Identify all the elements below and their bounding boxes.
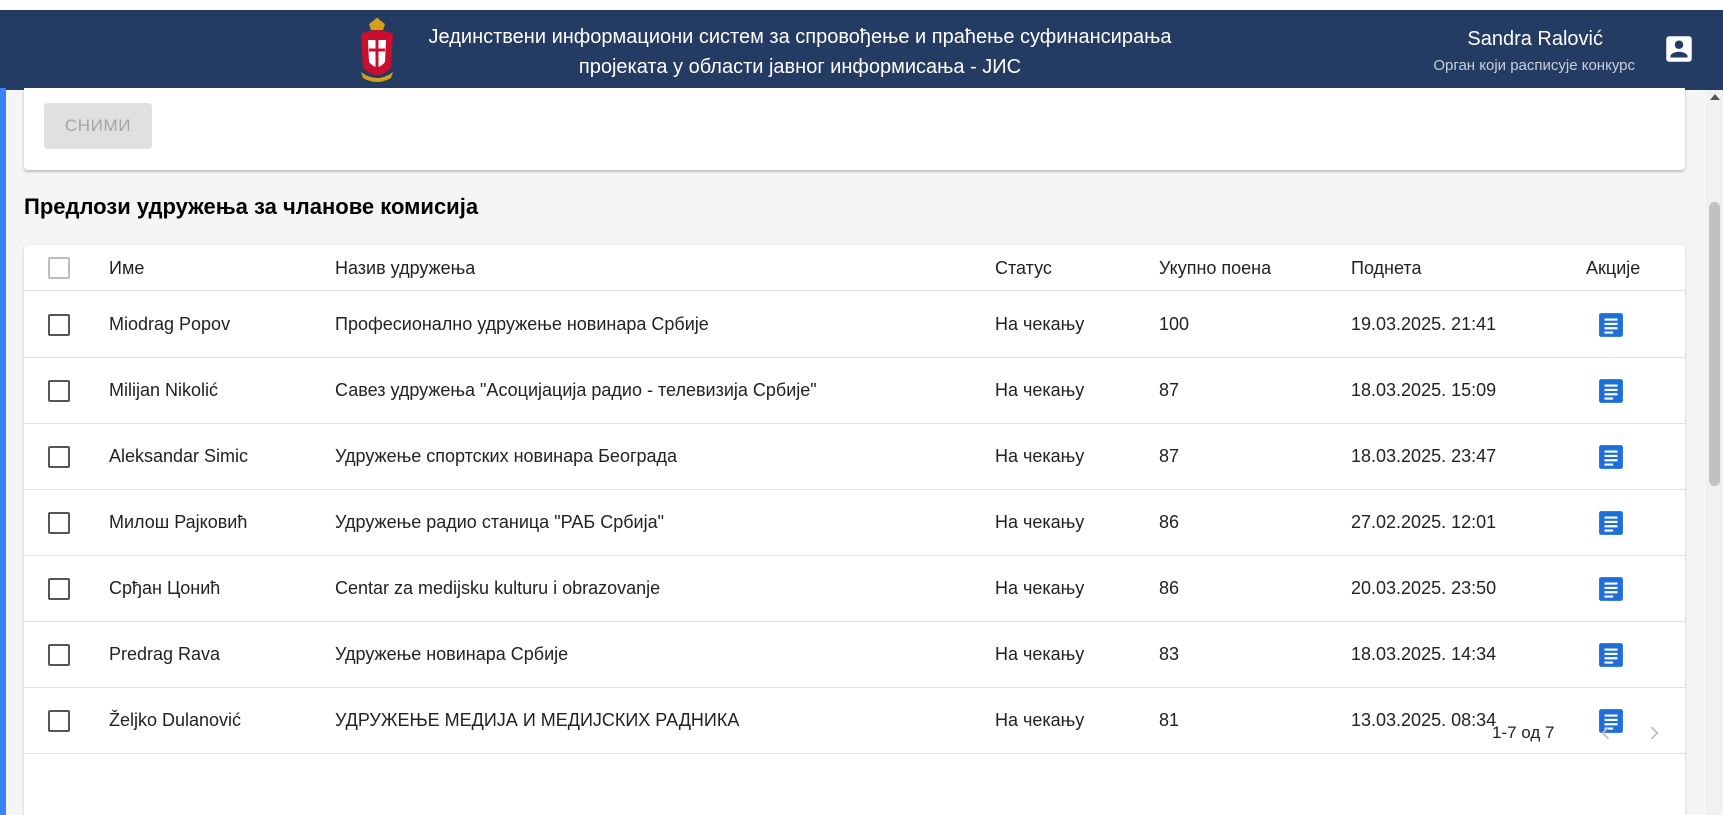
- description-icon[interactable]: [1598, 378, 1624, 404]
- row-checkbox[interactable]: [48, 644, 70, 666]
- cell-status: На чекању: [995, 512, 1085, 532]
- app-title-line1: Јединствени информациони систем за спров…: [428, 26, 1172, 48]
- table-row[interactable]: Milijan Nikolić Савез удружења "Асоцијаци…: [24, 358, 1685, 424]
- user-role: Орган који расписује конкурс: [1433, 57, 1635, 74]
- section-title: Предлози удружења за чланове комисија: [24, 194, 479, 219]
- page-scrollbar[interactable]: [1706, 90, 1723, 815]
- cell-status: На чекању: [995, 446, 1085, 466]
- table-row[interactable]: Miodrag Popov Професионално удружење нови…: [24, 292, 1685, 358]
- cell-points: 86: [1159, 512, 1180, 532]
- cell-submitted: 27.02.2025. 12:01: [1351, 512, 1497, 532]
- scrollbar-thumb[interactable]: [1709, 202, 1720, 486]
- description-icon[interactable]: [1598, 510, 1624, 536]
- cell-name: Miodrag Popov: [109, 314, 231, 334]
- column-header-association[interactable]: Назив удружења: [335, 258, 475, 279]
- cell-points: 100: [1159, 314, 1190, 334]
- app-header: Јединствени информациони систем за спров…: [0, 10, 1723, 90]
- column-header-points[interactable]: Укупно поена: [1159, 258, 1271, 279]
- cell-points: 87: [1159, 446, 1180, 466]
- chevron-left-icon[interactable]: [1596, 723, 1616, 743]
- cell-submitted: 18.03.2025. 15:09: [1351, 380, 1497, 400]
- description-icon[interactable]: [1598, 444, 1624, 470]
- chevron-right-icon[interactable]: [1644, 723, 1664, 743]
- row-checkbox[interactable]: [48, 314, 70, 336]
- row-checkbox[interactable]: [48, 578, 70, 600]
- cell-submitted: 18.03.2025. 23:47: [1351, 446, 1497, 466]
- cell-points: 86: [1159, 578, 1180, 598]
- table-row[interactable]: Predrag Rava Удружење новинара Србије На ч…: [24, 622, 1685, 688]
- table-row[interactable]: Aleksandar Simic Удружење спортских новин…: [24, 424, 1685, 490]
- pagination-info: 1-7 од 7: [1492, 723, 1555, 742]
- save-button[interactable]: СНИМИ: [44, 103, 152, 149]
- pagination: 1-7 од 7: [24, 705, 1685, 765]
- left-accent-bar: [0, 88, 6, 815]
- cell-submitted: 19.03.2025. 21:41: [1351, 314, 1497, 334]
- select-all-checkbox[interactable]: [48, 257, 70, 279]
- cell-points: 83: [1159, 644, 1180, 664]
- cell-name: Aleksandar Simic: [109, 446, 249, 466]
- cell-status: На чекању: [995, 644, 1085, 664]
- cell-name: Milijan Nikolić: [109, 380, 219, 400]
- cell-status: На чекању: [995, 314, 1085, 334]
- cell-points: 87: [1159, 380, 1180, 400]
- cell-association: Савез удружења "Асоцијација радио - теле…: [335, 380, 817, 400]
- column-header-status[interactable]: Статус: [995, 258, 1052, 279]
- description-icon[interactable]: [1598, 576, 1624, 602]
- cell-association: Професионално удружење новинара Србије: [335, 314, 709, 334]
- cell-status: На чекању: [995, 380, 1085, 400]
- cell-association: Удружење новинара Србије: [335, 644, 569, 664]
- row-checkbox[interactable]: [48, 446, 70, 468]
- form-card: СНИМИ: [24, 88, 1685, 170]
- column-header-submitted[interactable]: Поднета: [1351, 258, 1421, 279]
- cell-name: Срђан Цонић: [109, 578, 221, 598]
- coat-of-arms-icon: [361, 18, 393, 82]
- table-row[interactable]: Срђан Цонић Centar za medijsku kulturu i …: [24, 556, 1685, 622]
- user-name: Sandra Ralović: [1467, 28, 1603, 50]
- table-header-row: Име Назив удружења Статус Укупно поена П…: [24, 245, 1685, 291]
- cell-association: Centar za medijsku kulturu i obrazovanje: [335, 578, 661, 598]
- cell-name: Милош Рајковић: [109, 512, 248, 532]
- scroll-up-arrow-icon[interactable]: [1710, 94, 1720, 100]
- cell-submitted: 18.03.2025. 14:34: [1351, 644, 1497, 664]
- description-icon[interactable]: [1598, 642, 1624, 668]
- description-icon[interactable]: [1598, 312, 1624, 338]
- cell-submitted: 20.03.2025. 23:50: [1351, 578, 1497, 598]
- cell-status: На чекању: [995, 578, 1085, 598]
- account-box-icon[interactable]: [1662, 32, 1696, 66]
- app-title-line2: пројеката у области јавног информисања -…: [578, 56, 1022, 78]
- row-checkbox[interactable]: [48, 380, 70, 402]
- cell-association: Удружење спортских новинара Београда: [335, 446, 678, 466]
- cell-association: Удружење радио станица "РАБ Србија": [335, 512, 664, 532]
- app-title: Јединствени информациони систем за спров…: [400, 22, 1200, 82]
- cell-name: Predrag Rava: [109, 644, 221, 664]
- row-checkbox[interactable]: [48, 512, 70, 534]
- table-row[interactable]: Милош Рајковић Удружење радио станица "РА…: [24, 490, 1685, 556]
- top-strip: [0, 0, 1723, 10]
- column-header-actions: Акције: [1586, 258, 1641, 278]
- proposals-table: Име Назив удружења Статус Укупно поена П…: [24, 245, 1685, 815]
- column-header-name[interactable]: Име: [109, 258, 144, 279]
